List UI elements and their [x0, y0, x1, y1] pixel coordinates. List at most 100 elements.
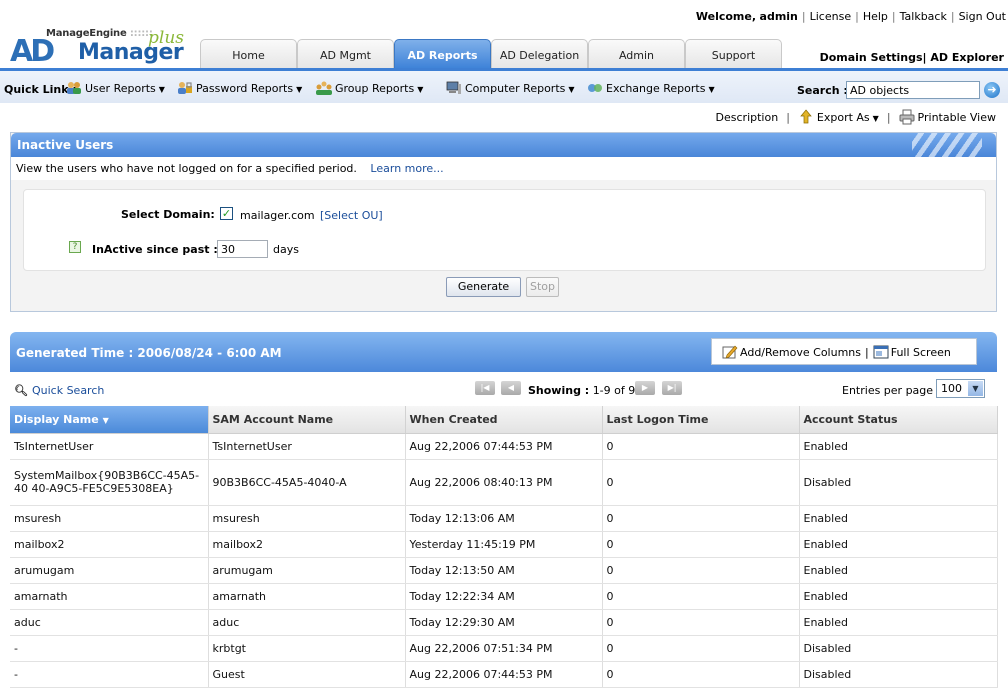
table-row: aduc aduc Today 12:29:30 AM 0 Enabled: [10, 609, 998, 636]
quick-search-link[interactable]: 🔍︎ Quick Search: [14, 384, 104, 397]
help-icon[interactable]: ?: [69, 241, 81, 253]
table-row: TsInternetUser TsInternetUser Aug 22,200…: [10, 433, 998, 460]
quicklink-group-reports[interactable]: Group Reports ▼: [316, 81, 423, 95]
column-header-last-logon-time[interactable]: Last Logon Time: [602, 406, 800, 434]
admanager-logo[interactable]: ManageEngine :::::: AD Manager plus: [8, 26, 198, 69]
tab-home[interactable]: Home: [200, 39, 297, 68]
help-link[interactable]: Help: [863, 10, 888, 23]
column-header-sam-account-name[interactable]: SAM Account Name: [208, 406, 406, 434]
table-row: - Guest Aug 22,2006 07:44:53 PM 0 Disabl…: [10, 661, 998, 688]
ad-explorer-link[interactable]: AD Explorer: [930, 51, 1004, 64]
cell-last-logon-time: 0: [602, 583, 800, 610]
cell-sam-account-name: mailbox2: [208, 531, 406, 558]
column-header-display-name[interactable]: Display Name ▼: [10, 406, 209, 434]
days-unit: days: [273, 243, 299, 256]
cell-sam-account-name: krbtgt: [208, 635, 406, 662]
add-remove-columns-button[interactable]: Add/Remove Columns: [722, 345, 861, 359]
cell-last-logon-time: 0: [602, 433, 800, 460]
talkback-link[interactable]: Talkback: [900, 10, 947, 23]
quicklink-exchange-reports[interactable]: Exchange Reports ▼: [587, 81, 715, 95]
generate-button[interactable]: Generate: [446, 277, 521, 297]
password-icon: [178, 82, 192, 94]
inactive-days-input[interactable]: [217, 240, 268, 258]
table-row: arumugam arumugam Today 12:13:50 AM 0 En…: [10, 557, 998, 584]
stop-button[interactable]: Stop: [526, 277, 559, 297]
sign-out-link[interactable]: Sign Out: [959, 10, 1006, 23]
quicklink-exchange-reports-label: Exchange Reports: [606, 82, 706, 95]
cell-when-created: Yesterday 11:45:19 PM: [405, 531, 603, 558]
next-page-icon[interactable]: ▶: [635, 381, 655, 395]
top-links: Welcome, admin | License | Help | Talkback | Sig…: [695, 10, 1006, 23]
table-row: - krbtgt Aug 22,2006 07:51:34 PM 0 Disab…: [10, 635, 998, 662]
cell-when-created: Aug 22,2006 07:44:53 PM: [405, 661, 603, 688]
cell-when-created: Today 12:22:34 AM: [405, 583, 603, 610]
cell-sam-account-name: 90B3B6CC-45A5-4040-A: [208, 459, 406, 506]
tab-admin[interactable]: Admin: [588, 39, 685, 68]
chevron-down-icon: ▼: [968, 381, 983, 396]
domain-settings-link[interactable]: Domain Settings: [820, 51, 923, 64]
select-ou-link[interactable]: [Select OU]: [320, 209, 383, 222]
quicklink-computer-reports[interactable]: Computer Reports ▼: [446, 81, 575, 95]
export-icon: [800, 109, 812, 124]
license-link[interactable]: License: [810, 10, 851, 23]
cell-account-status: Enabled: [799, 433, 998, 460]
chevron-down-icon: ▼: [872, 114, 879, 123]
export-as-menu[interactable]: Export As ▼: [798, 109, 879, 124]
logo-vendor: ManageEngine: [46, 28, 127, 39]
column-tools: Add/Remove Columns | Full Screen: [711, 338, 977, 365]
logo-ad-mark: AD: [10, 34, 55, 69]
tab-ad-delegation[interactable]: AD Delegation: [491, 39, 588, 68]
tab-ad-reports[interactable]: AD Reports: [394, 39, 491, 68]
quicklink-password-reports-label: Password Reports: [196, 82, 294, 95]
domain-checkbox[interactable]: ✓: [220, 207, 233, 220]
results-table: Display Name ▼ SAM Account Name When Cre…: [10, 406, 998, 688]
learn-more-link[interactable]: Learn more...: [370, 162, 443, 175]
quicklink-computer-reports-label: Computer Reports: [465, 82, 566, 95]
first-page-icon[interactable]: |◀: [475, 381, 495, 395]
quicklink-user-reports[interactable]: User Reports ▼: [66, 81, 165, 95]
report-title-bar: Inactive Users: [11, 133, 996, 157]
cell-account-status: Enabled: [799, 609, 998, 636]
full-screen-button[interactable]: Full Screen: [873, 345, 951, 359]
cell-last-logon-time: 0: [602, 635, 800, 662]
column-header-when-created[interactable]: When Created: [405, 406, 603, 434]
sort-desc-icon: ▼: [102, 415, 109, 425]
chevron-down-icon: ▼: [568, 85, 575, 94]
results-header: Generated Time : 2006/08/24 - 6:00 AM Ad…: [10, 332, 997, 372]
search-icon: 🔍︎: [14, 384, 28, 397]
table-row: amarnath amarnath Today 12:22:34 AM 0 En…: [10, 583, 998, 610]
printable-view-link[interactable]: Printable View: [899, 109, 996, 125]
chevron-down-icon: ▼: [417, 85, 424, 94]
search-go-icon[interactable]: ➜: [984, 82, 1000, 98]
cell-account-status: Disabled: [799, 661, 998, 688]
welcome-text: Welcome,: [695, 10, 757, 23]
last-page-icon[interactable]: ▶|: [662, 381, 682, 395]
report-criteria-panel: Inactive Users View the users who have n…: [10, 132, 997, 312]
tab-support[interactable]: Support: [685, 39, 782, 68]
entries-per-page-select[interactable]: 100 ▼: [936, 379, 985, 398]
tab-ad-mgmt[interactable]: AD Mgmt: [297, 39, 394, 68]
cell-sam-account-name: TsInternetUser: [208, 433, 406, 460]
quicklink-user-reports-label: User Reports: [85, 82, 156, 95]
add-remove-columns-label: Add/Remove Columns: [740, 346, 861, 359]
cell-when-created: Aug 22,2006 07:44:53 PM: [405, 433, 603, 460]
decorative-stripes: [912, 133, 982, 157]
table-row: mailbox2 mailbox2 Yesterday 11:45:19 PM …: [10, 531, 998, 558]
description-link[interactable]: Description: [716, 111, 779, 124]
edit-columns-icon: [722, 345, 738, 359]
previous-page-icon[interactable]: ◀: [501, 381, 521, 395]
domain-name: mailager.com: [240, 209, 315, 222]
table-row: SystemMailbox{90B3B6CC-45A5-40 40-A9C5-F…: [10, 459, 998, 506]
pager-row: 🔍︎ Quick Search |◀ ◀ Showing : 1-9 of 9 ▶…: [10, 372, 997, 406]
quicklink-password-reports[interactable]: Password Reports ▼: [177, 81, 302, 95]
logo-plus: plus: [148, 28, 184, 48]
cell-account-status: Enabled: [799, 505, 998, 532]
inactive-since-label: InActive since past :: [92, 243, 218, 256]
search-input[interactable]: [846, 81, 980, 99]
export-as-label: Export As: [816, 111, 870, 124]
chevron-down-icon: ▼: [296, 85, 303, 94]
cell-when-created: Today 12:29:30 AM: [405, 609, 603, 636]
page-status: Showing : 1-9 of 9: [528, 384, 635, 397]
cell-when-created: Aug 22,2006 07:51:34 PM: [405, 635, 603, 662]
column-header-account-status[interactable]: Account Status: [799, 406, 998, 434]
